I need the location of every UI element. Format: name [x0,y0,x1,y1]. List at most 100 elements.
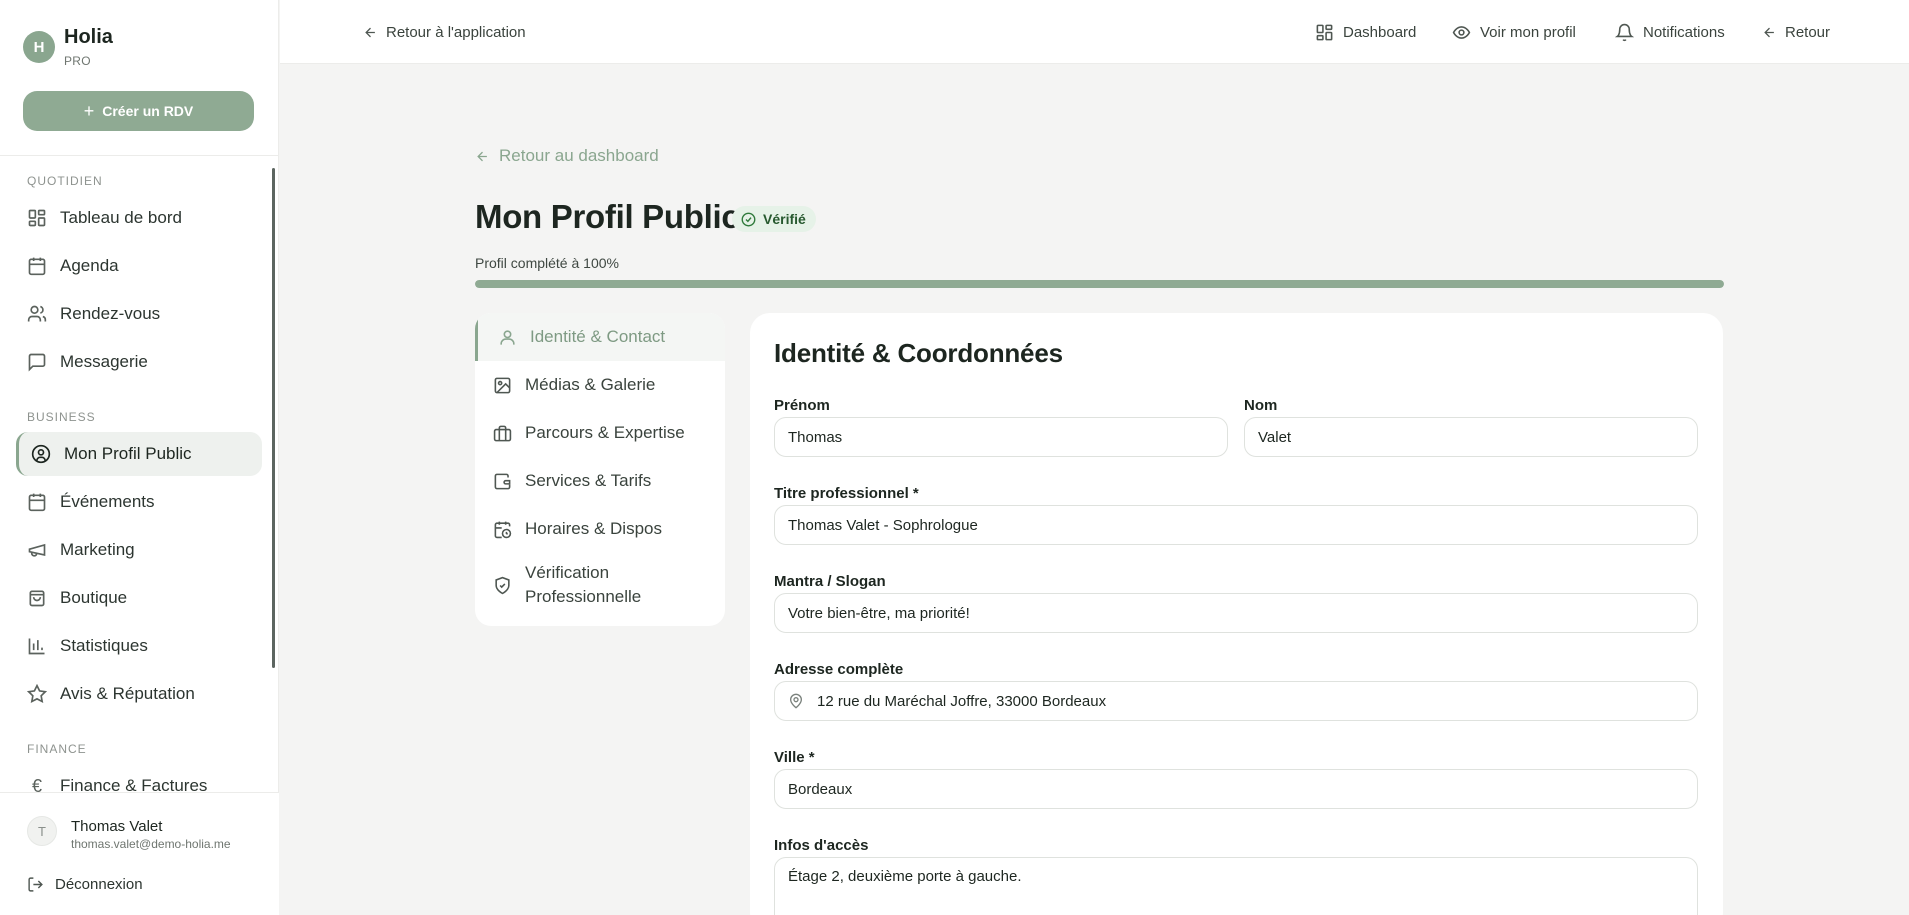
dashboard-icon [1316,24,1333,40]
tab-services-pricing[interactable]: Services & Tarifs [475,457,725,505]
page-title: Mon Profil Public [475,198,740,235]
dashboard-icon [28,209,46,227]
tab-label: Médias & Galerie [525,375,656,394]
sidebar-item-label: Marketing [60,540,135,559]
sidebar-item-dashboard[interactable]: Tableau de bord [16,196,262,240]
shopping-bag-icon [29,590,45,607]
user-name: Thomas Valet [71,818,163,835]
create-appointment-button[interactable]: + Créer un RDV [23,91,254,131]
tab-hours-availability[interactable]: Horaires & Dispos [475,505,725,553]
city-field[interactable]: Bordeaux [774,769,1698,809]
last-name-field[interactable]: Valet [1244,417,1698,457]
sidebar-item-label: Événements [60,492,155,511]
tab-label-line1: Vérification [525,563,610,582]
tab-label: Vérification Professionnelle [525,561,641,609]
sidebar-item-marketing[interactable]: Marketing [16,528,262,572]
first-name-label: Prénom [774,397,830,414]
access-info-value: Étage 2, deuxième porte à gauche. [788,868,1022,885]
sidebar-nav: QUOTIDIEN Tableau de bord Agenda Rendez-… [0,156,279,792]
sidebar-item-label: Messagerie [60,352,148,371]
briefcase-icon [493,425,512,441]
back-link[interactable]: Retour [1762,0,1830,64]
address-label: Adresse complète [774,661,904,678]
sidebar-item-appointments[interactable]: Rendez-vous [16,292,262,336]
city-value: Bordeaux [788,780,853,798]
brand[interactable]: H Holia PRO [23,26,113,68]
dashboard-link[interactable]: Dashboard [1315,0,1416,64]
calendar-clock-icon [494,521,512,538]
sidebar-item-messages[interactable]: Messagerie [16,340,262,384]
bar-chart-icon [28,638,45,655]
sidebar-item-finance[interactable]: € Finance & Factures [16,764,262,792]
tab-background-expertise[interactable]: Parcours & Expertise [475,409,725,457]
status-badge: Vérifié [732,206,816,232]
tab-label: Services & Tarifs [525,471,652,490]
sidebar-item-reviews[interactable]: Avis & Réputation [16,672,262,716]
section-label-finance: FINANCE [27,742,87,756]
notifications-link[interactable]: Notifications [1615,0,1725,64]
job-title-label: Titre professionnel * [774,485,919,502]
brand-name: Holia [64,26,113,48]
check-circle-icon [741,212,756,226]
notifications-label: Notifications [1643,23,1725,41]
calendar-icon [28,257,46,276]
megaphone-icon [28,543,46,557]
access-info-label: Infos d'accès [774,837,869,854]
job-title-field[interactable]: Thomas Valet - Sophrologue [774,505,1698,545]
arrow-left-icon [365,27,375,37]
back-to-app-label: Retour à l'application [386,23,526,41]
topbar: Retour à l'application Dashboard Voir mo… [280,0,1909,64]
first-name-value: Thomas [788,428,843,446]
sidebar-item-public-profile[interactable]: Mon Profil Public [16,432,262,476]
sidebar-item-events[interactable]: Événements [16,480,262,524]
plus-icon: + [83,100,95,121]
sidebar-item-shop[interactable]: Boutique [16,576,262,620]
message-icon [28,353,46,372]
logout-button[interactable]: Déconnexion [27,876,143,893]
brand-logo: H [23,31,55,63]
last-name-value: Valet [1258,428,1292,446]
sidebar-item-agenda[interactable]: Agenda [16,244,262,288]
mantra-label: Mantra / Slogan [774,573,886,590]
mantra-value: Votre bien-être, ma priorité! [788,604,970,622]
create-appointment-label: Créer un RDV [102,103,194,119]
avatar[interactable]: T [27,816,57,846]
mantra-field[interactable]: Votre bien-être, ma priorité! [774,593,1698,633]
back-to-dashboard-link[interactable]: Retour au dashboard [475,146,659,166]
access-info-field[interactable]: Étage 2, deuxième porte à gauche. [774,857,1698,915]
calendar-days-icon [28,493,46,512]
form-title: Identité & Coordonnées [774,338,1063,368]
brand-tier: PRO [64,54,91,68]
sidebar-scrollbar[interactable] [272,168,275,668]
status-badge-label: Vérifié [763,211,806,227]
user-email: thomas.valet@demo-holia.me [71,837,231,851]
sidebar-item-label: Tableau de bord [60,208,182,227]
dashboard-label: Dashboard [1343,23,1417,41]
address-field[interactable]: 12 rue du Maréchal Joffre, 33000 Bordeau… [774,681,1698,721]
tab-label-line2: Professionnelle [525,587,642,606]
first-name-field[interactable]: Thomas [774,417,1228,457]
logout-icon [28,877,43,892]
profile-progress-fill [475,280,1724,288]
tab-label: Identité & Contact [530,327,666,346]
back-to-app-link[interactable]: Retour à l'application [363,0,526,64]
star-icon [27,684,47,704]
tab-media-gallery[interactable]: Médias & Galerie [475,361,725,409]
view-profile-link[interactable]: Voir mon profil [1452,0,1576,64]
section-label-business: BUSINESS [27,410,96,424]
tab-label: Horaires & Dispos [525,519,662,538]
sidebar-item-label: Boutique [60,588,128,607]
sidebar-item-label: Agenda [60,256,119,275]
bell-icon [1615,23,1634,41]
tab-identity-contact[interactable]: Identité & Contact [475,313,725,361]
last-name-label: Nom [1244,397,1278,414]
sidebar-item-statistics[interactable]: Statistiques [16,624,262,668]
tab-professional-verification[interactable]: Vérification Professionnelle [475,553,725,617]
eye-icon [1452,25,1471,39]
job-title-value: Thomas Valet - Sophrologue [788,516,978,534]
user-icon [500,329,515,345]
user-profile: T Thomas Valet thomas.valet@demo-holia.m… [0,792,279,915]
users-icon [27,305,47,322]
sidebar-item-label: Avis & Réputation [60,684,195,703]
back-label: Retour [1785,23,1831,41]
